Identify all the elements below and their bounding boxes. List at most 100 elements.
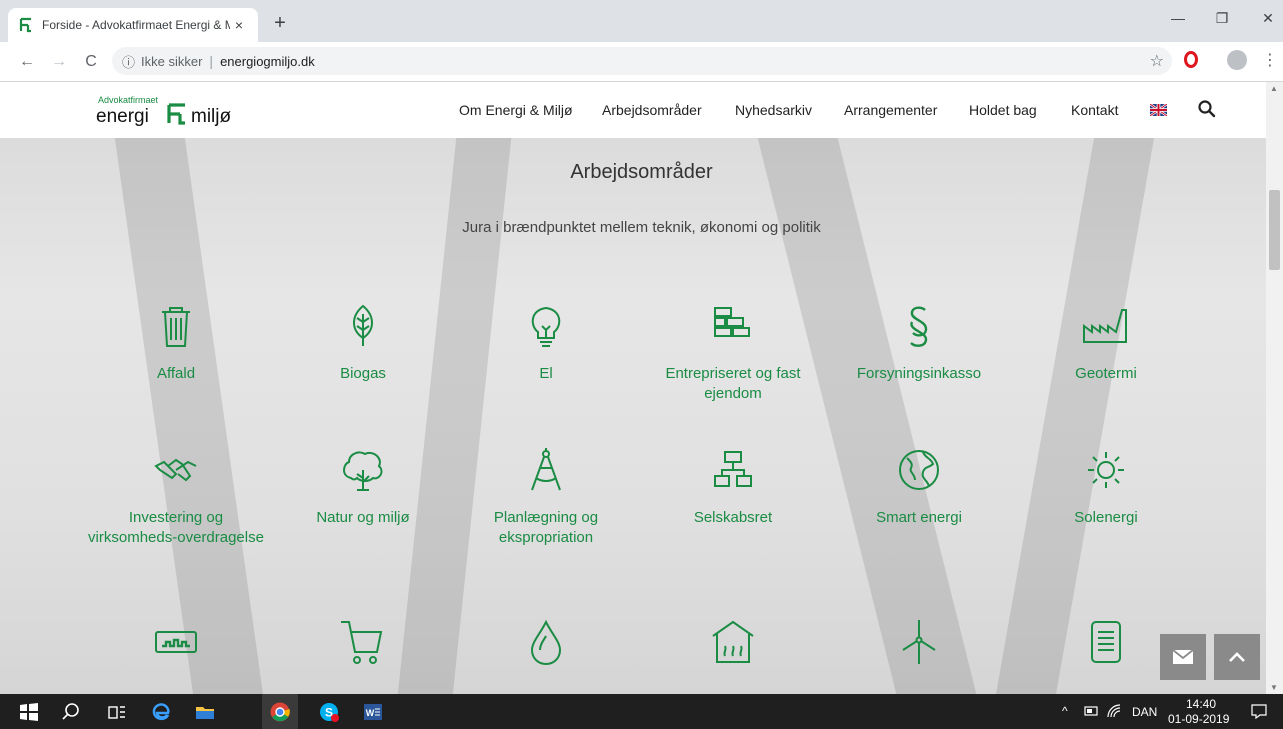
trash-icon <box>150 300 202 352</box>
logo-word-left: energi <box>96 106 149 127</box>
area-solenergi[interactable]: Solenergi <box>1016 444 1196 528</box>
sun-icon <box>1080 444 1132 496</box>
clock-date[interactable]: 01-09-2019 <box>1168 712 1229 726</box>
nav-om-energi-miljo[interactable]: Om Energi & Miljø <box>459 102 573 118</box>
forward-button[interactable]: → <box>48 51 70 73</box>
tray-expand-icon[interactable]: ^ <box>1062 704 1068 718</box>
input-language[interactable]: DAN <box>1132 705 1157 719</box>
nav-arrangementer[interactable]: Arrangementer <box>844 102 937 118</box>
area-el[interactable]: El <box>456 300 636 384</box>
bricks-icon <box>707 300 759 352</box>
site-header: Advokatfirmaet energi miljø Om Energi & … <box>0 82 1266 138</box>
profile-avatar-icon[interactable] <box>1227 50 1247 70</box>
svg-text:W: W <box>366 708 375 718</box>
address-bar[interactable]: ⓘ Ikke sikker | energiogmiljo.dk ☆ <box>112 47 1172 75</box>
skype-icon[interactable]: S <box>318 701 340 723</box>
windows-start-icon[interactable] <box>18 701 40 723</box>
word-icon[interactable]: W <box>362 701 384 723</box>
envelope-icon <box>1172 649 1194 664</box>
contact-email-button[interactable] <box>1160 634 1206 680</box>
bookmark-star-icon[interactable]: ☆ <box>1150 51 1164 71</box>
document-icon <box>1080 616 1132 668</box>
area-label: Biogas <box>340 365 386 382</box>
area-label: Selskabsret <box>693 509 773 526</box>
area-label: Forsyningsinkasso <box>856 365 982 382</box>
area-row3-4[interactable] <box>643 616 823 668</box>
notification-center-icon[interactable] <box>1251 704 1267 719</box>
window-minimize-button[interactable]: — <box>1168 10 1188 26</box>
clock-time[interactable]: 14:40 <box>1186 697 1216 711</box>
section-title: Arbejdsområder <box>570 161 713 183</box>
nav-kontakt[interactable]: Kontakt <box>1071 102 1118 118</box>
area-label: Investering og virksomheds-overdragelse <box>88 509 264 546</box>
org-chart-icon <box>707 444 759 496</box>
scroll-down-arrow-icon[interactable]: ▼ <box>1270 683 1278 692</box>
task-view-icon[interactable] <box>106 701 128 723</box>
handshake-icon <box>150 444 202 496</box>
site-info-icon[interactable]: ⓘ <box>122 52 135 71</box>
scroll-up-arrow-icon[interactable]: ▲ <box>1270 84 1278 93</box>
area-affald[interactable]: Affald <box>86 300 266 384</box>
chevron-up-icon <box>1229 652 1245 662</box>
window-close-button[interactable]: ✕ <box>1258 10 1278 27</box>
tab-title: Forside - Advokatfirmaet Energi & Miljø <box>42 18 230 32</box>
area-label: Planlægning og ekspropriation <box>493 509 599 546</box>
cart-icon <box>337 616 389 668</box>
nav-arbejdsomrader[interactable]: Arbejdsområder <box>602 102 702 118</box>
leaf-icon <box>337 300 389 352</box>
wind-turbine-icon <box>893 616 945 668</box>
search-icon[interactable] <box>1197 99 1217 119</box>
security-status: Ikke sikker <box>141 53 203 69</box>
search-icon[interactable] <box>60 701 82 723</box>
window-restore-button[interactable]: ❐ <box>1212 10 1232 27</box>
area-entrepriseret[interactable]: Entrepriseret og fast ejendom <box>643 300 823 404</box>
area-row3-3[interactable] <box>456 616 636 668</box>
area-biogas[interactable]: Biogas <box>273 300 453 384</box>
area-investering[interactable]: Investering og virksomheds-overdragelse <box>86 444 266 548</box>
heating-house-icon <box>707 616 759 668</box>
area-label: El <box>539 365 553 382</box>
browser-titlebar: Forside - Advokatfirmaet Energi & Miljø … <box>0 0 1283 42</box>
site-logo[interactable]: Advokatfirmaet energi miljø <box>96 92 256 132</box>
tab-close-icon[interactable]: × <box>230 17 248 33</box>
url-text[interactable]: energiogmiljo.dk <box>220 54 315 69</box>
globe-icon <box>893 444 945 496</box>
browser-toolbar: ← → C ⓘ Ikke sikker | energiogmiljo.dk ☆ <box>0 42 1283 82</box>
edge-browser-icon[interactable] <box>150 701 172 723</box>
area-forsyningsinkasso[interactable]: Forsyningsinkasso <box>829 300 1009 384</box>
logo-word-right: miljø <box>191 106 232 127</box>
opera-extension-icon[interactable] <box>1184 51 1198 68</box>
browser-menu-icon[interactable]: ⋮ <box>1262 50 1278 70</box>
area-label: Natur og miljø <box>316 509 410 526</box>
nav-holdet-bag[interactable]: Holdet bag <box>969 102 1037 118</box>
chrome-taskbar-active[interactable] <box>262 694 298 729</box>
area-geotermi[interactable]: Geotermi <box>1016 300 1196 384</box>
lightbulb-icon <box>520 300 572 352</box>
back-button[interactable]: ← <box>16 51 38 73</box>
battery-icon[interactable] <box>1084 705 1100 717</box>
area-label: Solenergi <box>1074 509 1138 526</box>
nav-nyhedsarkiv[interactable]: Nyhedsarkiv <box>735 102 812 118</box>
area-row3-5[interactable] <box>829 616 1009 668</box>
windows-taskbar: S W ^ DAN 14:40 01-09-2019 <box>0 694 1283 729</box>
area-smart-energi[interactable]: Smart energi <box>829 444 1009 528</box>
area-planlaegning[interactable]: Planlægning og ekspropriation <box>456 444 636 548</box>
area-natur-miljo[interactable]: Natur og miljø <box>273 444 453 528</box>
area-label: Entrepriseret og fast ejendom <box>665 365 801 402</box>
area-row3-2[interactable] <box>273 616 453 668</box>
browser-tab-active[interactable]: Forside - Advokatfirmaet Energi & Miljø … <box>8 8 258 42</box>
compass-icon <box>520 444 572 496</box>
scroll-to-top-button[interactable] <box>1214 634 1260 680</box>
wifi-icon[interactable] <box>1106 703 1122 719</box>
area-selskabsret[interactable]: Selskabsret <box>643 444 823 528</box>
new-tab-button[interactable]: + <box>268 12 292 34</box>
english-flag-icon[interactable] <box>1150 104 1167 116</box>
area-label: Affald <box>156 365 196 382</box>
area-row3-1[interactable] <box>86 616 266 668</box>
factory-icon <box>1080 300 1132 352</box>
file-explorer-icon[interactable] <box>194 701 216 723</box>
tree-icon <box>337 444 389 496</box>
reload-button[interactable]: C <box>80 51 102 73</box>
logo-mark-icon <box>167 103 185 125</box>
section-subtitle: Jura i brændpunktet mellem teknik, økono… <box>462 219 821 236</box>
